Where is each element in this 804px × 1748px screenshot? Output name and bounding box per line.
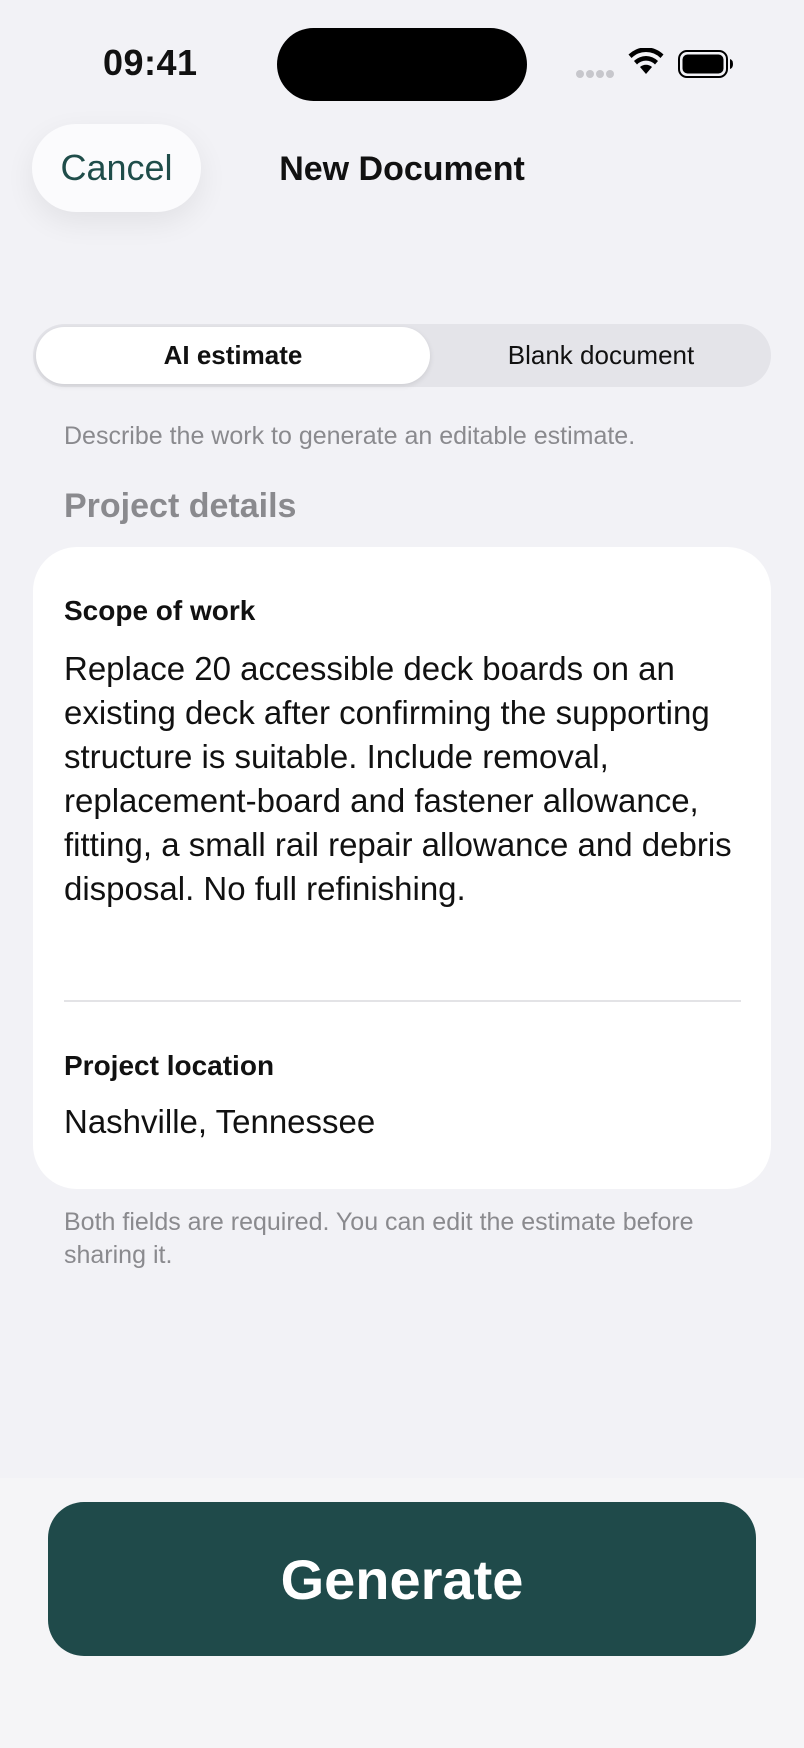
field-divider [64,1000,741,1002]
wifi-icon [628,48,664,74]
segment-ai-estimate[interactable]: AI estimate [36,327,430,384]
battery-icon [678,50,733,78]
scope-of-work-field[interactable]: Replace 20 accessible deck boards on an … [64,647,744,911]
document-type-segmented-control: AI estimate Blank document [33,324,771,387]
segment-blank-document[interactable]: Blank document [434,327,768,384]
section-header-project-details: Project details [64,487,297,525]
scope-of-work-label: Scope of work [64,595,256,626]
dynamic-island [277,28,527,101]
generate-button[interactable]: Generate [48,1502,756,1656]
form-footnote: Both fields are required. You can edit t… [64,1208,694,1269]
cellular-signal-icon [576,70,616,80]
project-location-field[interactable]: Nashville, Tennessee [64,1103,375,1141]
project-location-label: Project location [64,1050,275,1081]
status-time: 09:41 [103,42,198,83]
cancel-button[interactable]: Cancel [32,124,201,212]
project-details-card: Scope of work Replace 20 accessible deck… [33,547,771,1189]
status-bar: 09:41 [0,0,804,120]
mode-description: Describe the work to generate an editabl… [64,422,636,450]
page-title: New Document [279,150,525,188]
